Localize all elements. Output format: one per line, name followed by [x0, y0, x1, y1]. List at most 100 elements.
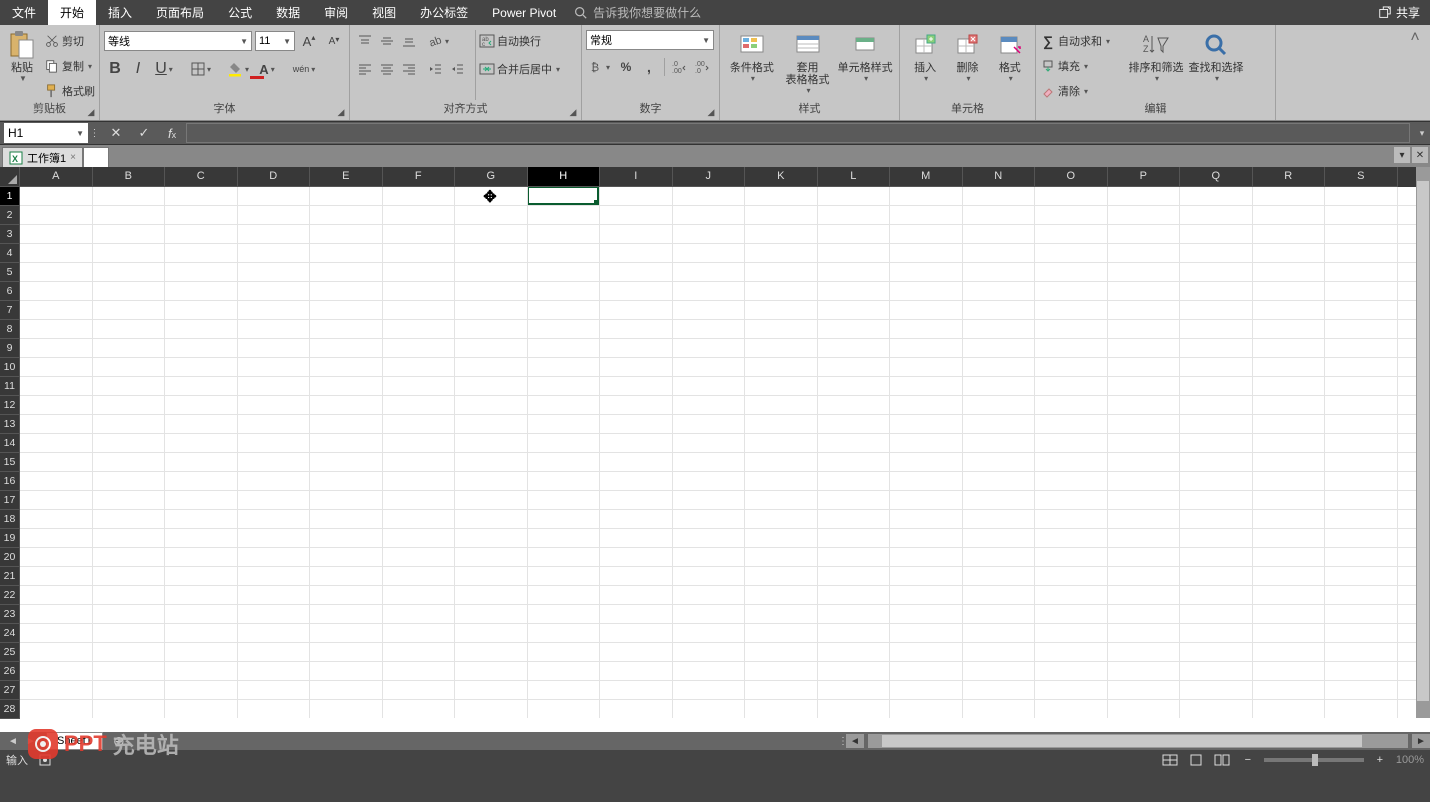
column-header[interactable]: I	[600, 167, 673, 187]
column-header[interactable]: K	[745, 167, 818, 187]
column-header[interactable]: H	[528, 167, 601, 187]
formula-bar[interactable]	[186, 123, 1410, 143]
view-normal-button[interactable]	[1160, 752, 1180, 768]
close-tab-strip-button[interactable]: ✕	[1412, 147, 1428, 163]
cancel-formula-button[interactable]: ✕	[102, 125, 130, 141]
scroll-thumb[interactable]	[1417, 181, 1429, 701]
font-name-combo[interactable]: 等线▼	[104, 31, 252, 51]
view-page-layout-button[interactable]	[1186, 752, 1206, 768]
selected-cell[interactable]	[527, 187, 600, 205]
column-header[interactable]: P	[1108, 167, 1181, 187]
vertical-scrollbar[interactable]	[1416, 167, 1430, 718]
sheet-nav-next[interactable]: ►	[22, 733, 40, 749]
collapse-ribbon-button[interactable]: ˄	[1404, 27, 1426, 49]
fill-button[interactable]: 填充▾	[1040, 55, 1126, 77]
increase-font-button[interactable]: A▴	[298, 30, 320, 52]
paste-button[interactable]: 粘贴 ▼	[4, 28, 40, 102]
decrease-decimal-button[interactable]: .00.0	[692, 56, 714, 78]
macro-record-icon[interactable]	[38, 753, 52, 767]
enter-formula-button[interactable]: ✓	[130, 125, 158, 141]
row-header[interactable]: 23	[0, 605, 20, 624]
sheet-nav-prev[interactable]: ◄	[4, 733, 22, 749]
column-header[interactable]: M	[890, 167, 963, 187]
column-header[interactable]: F	[383, 167, 456, 187]
row-header[interactable]: 9	[0, 339, 20, 358]
row-header[interactable]: 4	[0, 244, 20, 263]
tell-me-search[interactable]: 告诉我你想要做什么	[574, 0, 701, 25]
tab-file[interactable]: 文件	[0, 0, 48, 25]
align-bottom-button[interactable]	[398, 30, 420, 52]
sort-filter-button[interactable]: AZ 排序和筛选▾	[1126, 28, 1186, 102]
row-header[interactable]: 20	[0, 548, 20, 567]
column-header[interactable]: O	[1035, 167, 1108, 187]
select-all-corner[interactable]	[0, 167, 20, 187]
format-as-table-button[interactable]: 套用 表格格式▾	[780, 28, 836, 102]
format-painter-button[interactable]: 格式刷	[44, 80, 95, 102]
column-header[interactable]: A	[20, 167, 93, 187]
dialog-launcher-icon[interactable]: ◢	[335, 106, 347, 118]
zoom-in-button[interactable]: +	[1370, 752, 1390, 768]
workbook-tab-active[interactable]: X 工作簿1 ×	[2, 147, 83, 167]
row-header[interactable]: 17	[0, 491, 20, 510]
format-cells-button[interactable]: 格式▾	[990, 28, 1030, 102]
row-header[interactable]: 28	[0, 700, 20, 719]
row-header[interactable]: 3	[0, 225, 20, 244]
percent-button[interactable]: %	[615, 56, 637, 78]
column-header[interactable]: B	[93, 167, 166, 187]
row-header[interactable]: 16	[0, 472, 20, 491]
view-page-break-button[interactable]	[1212, 752, 1232, 768]
expand-formula-bar-button[interactable]: ▾	[1414, 128, 1430, 139]
worksheet-grid[interactable]: ABCDEFGHIJKLMNOPQRS 12345678910111213141…	[0, 167, 1430, 732]
tab-insert[interactable]: 插入	[96, 0, 144, 25]
hscroll-left-button[interactable]: ◄	[846, 734, 864, 748]
row-header[interactable]: 2	[0, 206, 20, 225]
hscroll-right-button[interactable]: ►	[1412, 734, 1430, 748]
row-header[interactable]: 27	[0, 681, 20, 700]
tab-home[interactable]: 开始	[48, 0, 96, 25]
row-header[interactable]: 15	[0, 453, 20, 472]
tab-office-tabs[interactable]: 办公标签	[408, 0, 480, 25]
phonetic-button[interactable]: wén▾	[290, 58, 318, 80]
dialog-launcher-icon[interactable]: ◢	[705, 106, 717, 118]
column-header[interactable]: N	[963, 167, 1036, 187]
accounting-format-button[interactable]: ₿▾	[586, 56, 614, 78]
column-header[interactable]: E	[310, 167, 383, 187]
row-header[interactable]: 7	[0, 301, 20, 320]
fill-color-button[interactable]: ▾	[224, 58, 252, 80]
sheet-tab-active[interactable]: Sheet1	[46, 732, 103, 750]
decrease-font-button[interactable]: A▾	[323, 30, 345, 52]
row-header[interactable]: 11	[0, 377, 20, 396]
tab-formulas[interactable]: 公式	[216, 0, 264, 25]
row-header[interactable]: 14	[0, 434, 20, 453]
tab-data[interactable]: 数据	[264, 0, 312, 25]
insert-cells-button[interactable]: 插入▾	[905, 28, 945, 102]
wrap-text-button[interactable]: abc 自动换行	[479, 30, 577, 52]
column-header[interactable]: L	[818, 167, 891, 187]
column-header[interactable]: Q	[1180, 167, 1253, 187]
cut-button[interactable]: 剪切	[44, 30, 95, 52]
insert-function-button[interactable]: fx	[158, 126, 186, 141]
zoom-out-button[interactable]: −	[1238, 752, 1258, 768]
row-header[interactable]: 26	[0, 662, 20, 681]
column-header[interactable]: S	[1325, 167, 1398, 187]
name-box[interactable]: H1▼	[4, 123, 88, 143]
copy-button[interactable]: 复制▾	[44, 55, 95, 77]
close-icon[interactable]: ×	[70, 152, 76, 163]
increase-indent-button[interactable]	[446, 58, 468, 80]
column-header[interactable]: D	[238, 167, 311, 187]
align-right-button[interactable]	[398, 58, 420, 80]
row-header[interactable]: 12	[0, 396, 20, 415]
align-left-button[interactable]	[354, 58, 376, 80]
delete-cells-button[interactable]: 删除▾	[947, 28, 987, 102]
column-header[interactable]: C	[165, 167, 238, 187]
row-header[interactable]: 19	[0, 529, 20, 548]
align-top-button[interactable]	[354, 30, 376, 52]
decrease-indent-button[interactable]	[424, 58, 446, 80]
cell-area[interactable]: ✥	[20, 187, 1416, 718]
comma-button[interactable]: ,	[638, 56, 660, 78]
row-header[interactable]: 6	[0, 282, 20, 301]
dialog-launcher-icon[interactable]: ◢	[85, 106, 97, 118]
row-header[interactable]: 21	[0, 567, 20, 586]
row-header[interactable]: 1	[0, 187, 20, 206]
dialog-launcher-icon[interactable]: ◢	[567, 106, 579, 118]
